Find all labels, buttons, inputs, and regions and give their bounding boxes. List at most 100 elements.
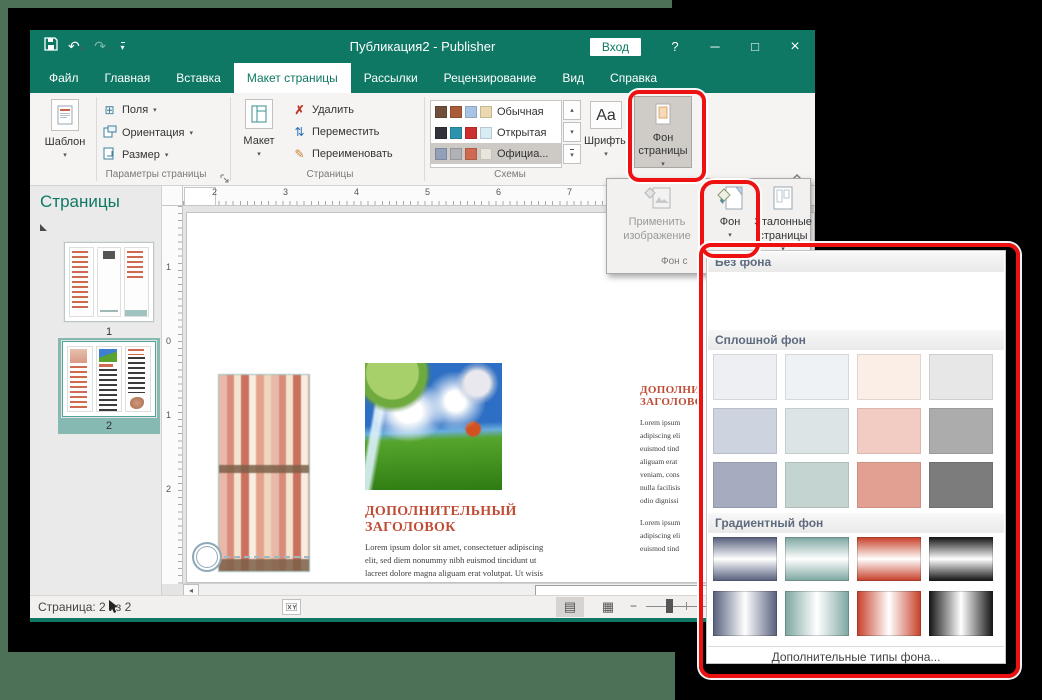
layout-icon [245,99,273,129]
move-page-button[interactable]: ⇅ Переместить [292,125,379,139]
two-page-view-button[interactable]: ▦ [594,597,622,617]
gradient-swatch[interactable] [929,591,993,636]
schemes-more-icon[interactable]: ▾ [563,144,581,164]
tab-view[interactable]: Вид [549,63,597,93]
object-position-icon[interactable] [282,599,301,615]
gradient-swatch[interactable] [785,537,849,581]
schemes-gallery: Обычная Открытая Официа... [430,100,562,168]
group-label-pages: Страницы [250,169,410,180]
menu-master-pages[interactable]: Эталонные страницы ▾ [755,185,811,257]
save-icon[interactable] [44,37,58,56]
gradient-swatch[interactable] [857,537,921,581]
minimize-button[interactable]: ─ [695,30,735,63]
page-number-2: 2 [58,420,160,432]
vertical-ruler: 1 0 1 2 [162,206,183,584]
tab-help[interactable]: Справка [597,63,670,93]
maximize-button[interactable]: □ [735,30,775,63]
redo-icon: ↷▾ [94,38,110,55]
template-button[interactable]: Шаблон ▾ [38,99,92,162]
gradient-swatch[interactable] [713,537,777,581]
delete-page-button[interactable]: ✗ Удалить [292,103,354,117]
fonts-button[interactable]: Aa Шрифты ▾ [584,101,628,161]
solid-swatch[interactable] [785,408,849,454]
tab-mailings[interactable]: Рассылки [351,63,431,93]
menu-group-label: Фон с [661,256,687,267]
scheme-row-official[interactable]: Официа... [431,143,561,164]
size-icon [102,147,117,163]
dropdown-arrow-icon: ▾ [257,148,261,161]
bookshelf-image[interactable] [218,374,310,572]
rename-page-button[interactable]: ✎ Переименовать [292,147,393,161]
customize-qat-icon[interactable]: ▾ [121,42,125,52]
solid-swatch[interactable] [857,408,921,454]
panel-divider [708,646,1004,647]
page-background-button[interactable]: Фон страницы ▾ [634,96,692,168]
article-body[interactable]: Lorem ipsum dolor sit amet, consectetuer… [365,541,545,580]
scheme-color-chip [480,127,492,139]
gradient-swatch[interactable] [785,591,849,636]
solid-swatch[interactable] [929,354,993,400]
zoom-out-icon[interactable]: − [630,599,637,613]
size-button[interactable]: Размер▾ [102,147,168,163]
fold-dashed-line [224,556,310,558]
collapse-pages-icon[interactable] [40,224,47,231]
article-right-heading: ДОПОЛНИТЕЛЬНЫЙ ЗАГОЛОВОК [640,384,703,408]
scheme-color-chip [450,148,462,160]
scheme-row-open[interactable]: Открытая [431,122,561,143]
article-right[interactable]: ДОПОЛНИТЕЛЬНЫЙ ЗАГОЛОВОК Lorem ipsum adi… [640,384,703,583]
help-button[interactable]: ? [655,30,695,63]
scheme-color-chip [435,148,447,160]
quick-access-toolbar: ↶▾ ↷▾ ▾ [30,37,125,56]
close-button[interactable]: × [775,30,815,63]
fonts-icon: Aa [590,101,622,129]
solid-swatch[interactable] [929,408,993,454]
collapse-ribbon-icon[interactable] [792,168,802,178]
undo-icon[interactable]: ↶▾ [68,38,84,55]
gradient-swatch[interactable] [929,537,993,581]
more-background-types-link[interactable]: Дополнительные типы фона... [708,650,1004,664]
menu-background[interactable]: Фон ▾ [707,185,753,243]
scheme-color-chip [450,106,462,118]
solid-swatch[interactable] [857,462,921,508]
landscape-image[interactable] [365,363,502,490]
scheme-color-chip [435,106,447,118]
orientation-button[interactable]: Ориентация▾ [102,125,193,141]
delete-icon: ✗ [292,103,307,117]
solid-swatch[interactable] [713,354,777,400]
scheme-color-chip [465,127,477,139]
solid-swatch[interactable] [713,408,777,454]
schemes-scroll-down-icon[interactable]: ▾ [563,122,581,142]
article-heading[interactable]: ДОПОЛНИТЕЛЬНЫЙ ЗАГОЛОВОК [365,504,540,536]
solid-swatch[interactable] [929,462,993,508]
solid-swatch[interactable] [785,462,849,508]
tab-insert[interactable]: Вставка [163,63,234,93]
scheme-row-common[interactable]: Обычная [431,101,561,122]
solid-swatch[interactable] [713,462,777,508]
single-page-view-button[interactable]: ▤ [556,597,584,617]
background-fill-icon [715,185,745,215]
page-thumbnail-1[interactable] [64,242,154,322]
gradient-swatch[interactable] [713,591,777,636]
scheme-color-chip [465,106,477,118]
page-thumbnail-2[interactable] [62,341,156,417]
schemes-scroll-up-icon[interactable]: ▴ [563,100,581,120]
tab-page-layout[interactable]: Макет страницы [234,63,351,93]
solid-swatch[interactable] [857,354,921,400]
dropdown-arrow-icon: ▾ [63,149,67,162]
frame-bottom [0,652,675,700]
ribbon-tabs: Файл Главная Вставка Макет страницы Расс… [30,63,815,93]
title-bar: ↶▾ ↷▾ ▾ Публикация2 - Publisher Вход ? ─… [30,30,815,63]
scheme-color-chip [480,148,492,160]
tab-file[interactable]: Файл [36,63,92,93]
gradient-swatch[interactable] [857,591,921,636]
margins-button[interactable]: ⊞ Поля▾ [102,103,157,117]
layout-button[interactable]: Макет ▾ [236,99,282,161]
tab-review[interactable]: Рецензирование [431,63,550,93]
section-no-fill: Без фона [708,252,1004,272]
no-fill-swatch[interactable] [708,272,1004,330]
tab-home[interactable]: Главная [92,63,164,93]
orientation-icon [102,125,117,141]
zoom-slider-thumb[interactable] [666,599,673,613]
solid-swatch[interactable] [785,354,849,400]
signin-button[interactable]: Вход [590,38,641,56]
